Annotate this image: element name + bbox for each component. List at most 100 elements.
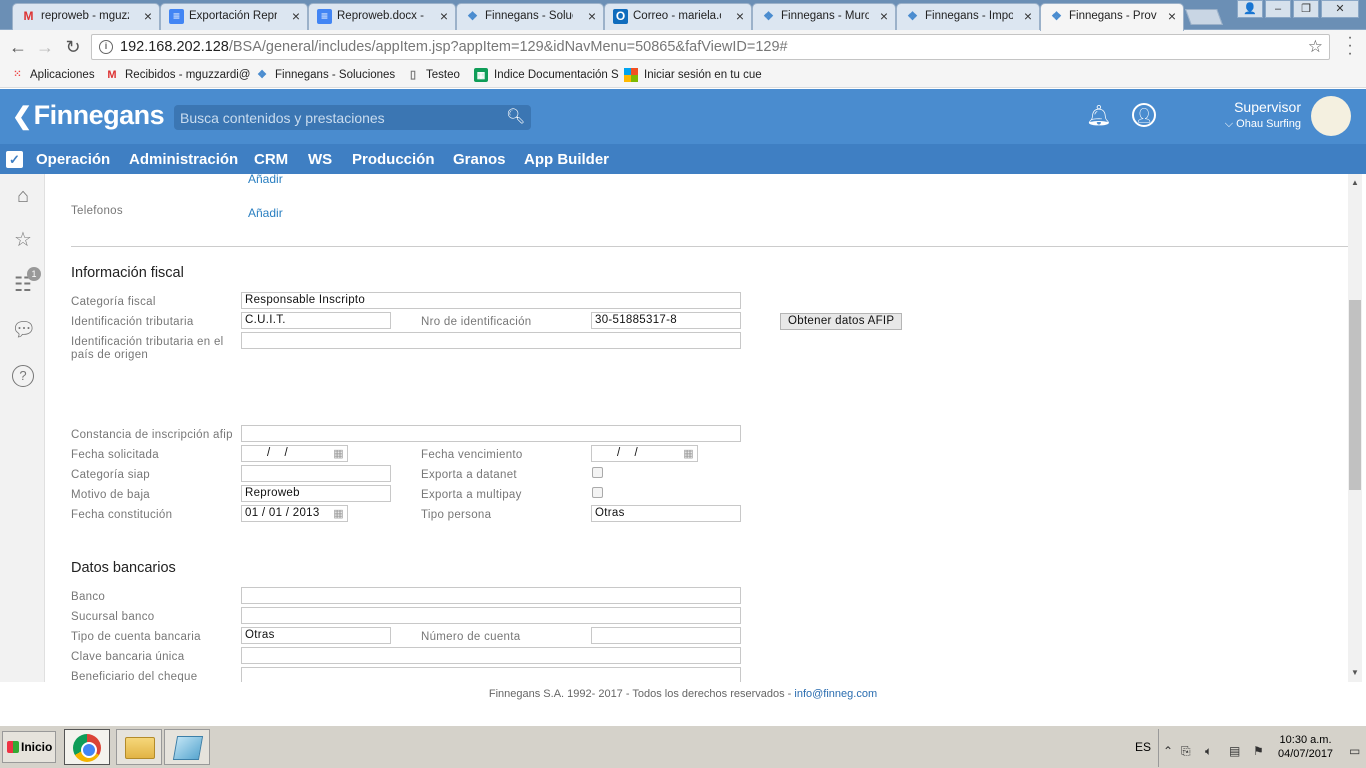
volume-icon[interactable]: 🔈︎ [1205, 744, 1212, 759]
menu-item-app-builder[interactable]: App Builder [524, 151, 609, 168]
close-icon[interactable]: × [1168, 4, 1176, 28]
browser-tab[interactable]: ❖ Finnegans - Muro × [752, 3, 896, 30]
categoria-fiscal-label: Categoría fiscal [71, 296, 156, 308]
clock[interactable]: 10:30 a.m. 04/07/2017 [1278, 733, 1333, 761]
close-icon[interactable]: × [440, 4, 448, 28]
calendar-icon[interactable]: ▦ [333, 447, 344, 461]
calendar-icon[interactable]: ▦ [333, 507, 344, 521]
finnegans-icon: ❖ [907, 9, 918, 23]
start-button[interactable]: Inicio [2, 731, 56, 763]
browser-menu-icon[interactable]: · · · [1345, 30, 1355, 62]
usb-icon[interactable]: ⎘ [1181, 744, 1191, 759]
bookmark-finnegans[interactable]: ❖ Finnegans - Soluciones [253, 67, 395, 85]
avatar[interactable] [1311, 96, 1351, 136]
network-icon[interactable]: ▤ [1229, 744, 1240, 758]
banco-field[interactable] [241, 587, 741, 604]
menu-item-ws[interactable]: WS [308, 151, 332, 168]
close-icon[interactable]: × [144, 4, 152, 28]
motivo-baja-field[interactable]: Reproweb [241, 485, 391, 502]
bookmark-gmail[interactable]: M Recibidos - mguzzardi@ [103, 67, 250, 85]
page-scrollbar[interactable]: ▲ ▼ [1348, 174, 1362, 682]
info-icon[interactable]: i [99, 40, 113, 54]
scroll-down-arrow-icon[interactable]: ▼ [1348, 666, 1362, 680]
scroll-thumb[interactable] [1349, 300, 1361, 490]
url-input[interactable]: i 192.168.202.128/BSA/general/includes/a… [91, 34, 1330, 60]
numero-cuenta-field[interactable] [591, 627, 741, 644]
taskbar-app[interactable] [164, 729, 210, 765]
menu-item-operacion[interactable]: Operación [36, 151, 110, 168]
flag-icon[interactable]: ⚑ [1253, 744, 1264, 758]
bookmark-testeo[interactable]: ▯ Testeo [404, 67, 460, 85]
nro-id-field[interactable]: 30-51885317-8 [591, 312, 741, 329]
search-input[interactable] [174, 105, 494, 130]
browser-tab[interactable]: ≡ Reproweb.docx - × [308, 3, 456, 30]
calendar-icon[interactable]: ▦ [683, 447, 694, 461]
exporta-datanet-checkbox[interactable] [592, 467, 603, 478]
back-arrow-icon[interactable]: ← [6, 35, 30, 59]
menu-item-crm[interactable]: CRM [254, 151, 288, 168]
profile-icon[interactable]: 👤 [1237, 0, 1263, 18]
close-icon[interactable]: × [880, 4, 888, 28]
categoria-fiscal-field[interactable]: Responsable Inscripto [241, 292, 741, 309]
browser-tab[interactable]: ❖ Finnegans - Impo × [896, 3, 1040, 30]
chat-bubble-icon[interactable]: 💬︎ [11, 318, 36, 342]
categoria-siap-label: Categoría siap [71, 469, 150, 481]
star-icon[interactable]: ☆ [11, 228, 35, 252]
fecha-vencimiento-field[interactable]: / / ▦ [591, 445, 698, 462]
add-telefono-link[interactable]: Añadir [248, 206, 283, 220]
bookmark-apps[interactable]: ⁙ Aplicaciones [8, 67, 94, 85]
reload-icon[interactable]: ↻ [61, 35, 85, 59]
bookmark-star-icon[interactable]: ☆ [1308, 35, 1323, 59]
new-tab-button[interactable] [1185, 9, 1223, 25]
checkbox-menu-icon[interactable]: ✓ [6, 151, 23, 168]
id-tributaria-field[interactable]: C.U.I.T. [241, 312, 391, 329]
forward-arrow-icon[interactable]: → [33, 35, 57, 59]
sucursal-field[interactable] [241, 607, 741, 624]
close-icon[interactable]: × [1024, 4, 1032, 28]
menu-item-administracion[interactable]: Administración [129, 151, 238, 168]
user-circle-icon[interactable]: 👤︎ [1132, 103, 1156, 127]
finnegans-logo[interactable]: ❮Finnegans [12, 100, 165, 131]
help-icon[interactable]: ? [12, 365, 34, 387]
taskbar-explorer[interactable] [116, 729, 162, 765]
bookmark-indice[interactable]: ▦ Indice Documentación S [472, 67, 619, 85]
footer-email-link[interactable]: info@finneg.com [794, 688, 877, 700]
exporta-multipay-checkbox[interactable] [592, 487, 603, 498]
home-icon[interactable]: ⌂ [11, 184, 35, 208]
constancia-field[interactable] [241, 425, 741, 442]
minimize-button[interactable]: – [1265, 0, 1291, 18]
restore-button[interactable]: ❐ [1293, 0, 1319, 18]
obtener-datos-afip-button[interactable]: Obtener datos AFIP [780, 313, 903, 330]
apps-grid-icon: ⁙ [13, 69, 21, 80]
desktop-icon[interactable]: ▭ [1349, 744, 1360, 758]
browser-tab[interactable]: O Correo - mariela.c × [604, 3, 752, 30]
menu-item-granos[interactable]: Granos [453, 151, 506, 168]
browser-tab[interactable]: ❖ Finnegans - Soluc × [456, 3, 604, 30]
close-icon[interactable]: × [588, 4, 596, 28]
browser-tab-active[interactable]: ❖ Finnegans - Prove × [1040, 3, 1184, 31]
tipo-cuenta-field[interactable]: Otras [241, 627, 391, 644]
user-menu[interactable]: Supervisor ⌵ Ohau Surfing [1225, 99, 1301, 131]
close-window-button[interactable]: ✕ [1321, 0, 1359, 18]
bookmark-microsoft[interactable]: Iniciar sesión en tu cue [622, 67, 762, 85]
folder-icon [125, 737, 155, 759]
fecha-solicitada-field[interactable]: / / ▦ [241, 445, 348, 462]
id-origen-field[interactable] [241, 332, 741, 349]
language-indicator[interactable]: ES [1135, 740, 1151, 754]
logo-chevron-icon: ❮ [12, 103, 32, 130]
search-icon[interactable]: 🔍︎ [506, 107, 525, 125]
cbu-field[interactable] [241, 647, 741, 664]
show-hidden-icons-icon[interactable]: ⌃ [1163, 744, 1173, 758]
add-link[interactable]: Añadir [248, 174, 283, 186]
bell-icon[interactable]: 🔔︎ [1086, 103, 1112, 129]
menu-item-produccion[interactable]: Producción [352, 151, 435, 168]
browser-tab[interactable]: ≡ Exportación Repro × [160, 3, 308, 30]
close-icon[interactable]: × [292, 4, 300, 28]
browser-tab[interactable]: M reproweb - mguzz × [12, 3, 160, 30]
tipo-persona-field[interactable]: Otras [591, 505, 741, 522]
fecha-constitucion-field[interactable]: 01 / 01 / 2013 ▦ [241, 505, 348, 522]
close-icon[interactable]: × [736, 4, 744, 28]
scroll-up-arrow-icon[interactable]: ▲ [1348, 176, 1362, 190]
categoria-siap-field[interactable] [241, 465, 391, 482]
taskbar-chrome[interactable] [64, 729, 110, 765]
